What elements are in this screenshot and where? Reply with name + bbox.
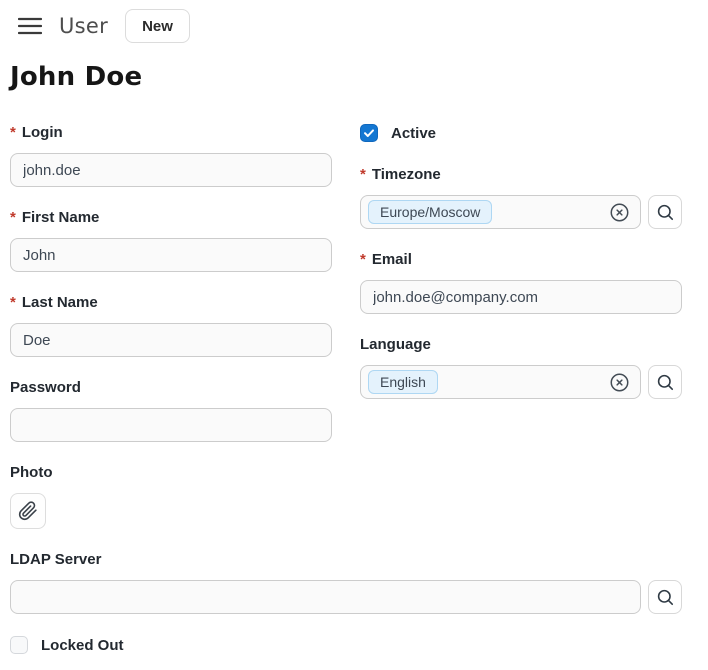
required-marker: * xyxy=(360,166,366,184)
first-name-label: * First Name xyxy=(10,209,332,227)
last-name-input[interactable] xyxy=(10,323,332,357)
required-marker: * xyxy=(10,209,16,227)
last-name-field-group: * Last Name xyxy=(10,294,332,357)
paperclip-icon xyxy=(18,501,38,521)
language-value-tag: English xyxy=(368,370,438,394)
password-label: Password xyxy=(10,379,332,397)
timezone-clear-button[interactable] xyxy=(608,201,630,223)
active-checkbox[interactable] xyxy=(360,124,378,142)
active-label[interactable]: Active xyxy=(391,125,436,142)
first-name-input[interactable] xyxy=(10,238,332,272)
locked-out-checkbox[interactable] xyxy=(10,636,28,654)
email-input[interactable] xyxy=(360,280,682,314)
language-field-group: Language English xyxy=(360,336,682,399)
photo-field-group: Photo xyxy=(10,464,332,529)
password-input[interactable] xyxy=(10,408,332,442)
form: * Login * First Name * Last Name Passwor… xyxy=(0,124,708,551)
locked-out-checkbox-row: Locked Out xyxy=(10,636,682,654)
timezone-lookup-field[interactable]: Europe/Moscow xyxy=(360,195,641,229)
required-marker: * xyxy=(360,251,366,269)
x-circle-icon xyxy=(609,202,630,223)
first-name-field-group: * First Name xyxy=(10,209,332,272)
ldap-server-input[interactable] xyxy=(10,580,641,614)
magnifier-icon xyxy=(656,203,675,222)
password-field-group: Password xyxy=(10,379,332,442)
login-label: * Login xyxy=(10,124,332,142)
x-circle-icon xyxy=(609,372,630,393)
timezone-label: * Timezone xyxy=(360,166,682,184)
photo-attach-button[interactable] xyxy=(10,493,46,529)
timezone-field-group: * Timezone Europe/Moscow xyxy=(360,166,682,229)
top-bar: User New xyxy=(0,0,708,44)
new-button[interactable]: New xyxy=(125,9,190,43)
ldap-server-field-group: LDAP Server xyxy=(10,551,682,614)
page-title: John Doe xyxy=(10,62,708,92)
language-lookup-row: English xyxy=(360,365,682,399)
timezone-search-button[interactable] xyxy=(648,195,682,229)
email-label: * Email xyxy=(360,251,682,269)
check-icon xyxy=(363,127,375,139)
login-input[interactable] xyxy=(10,153,332,187)
locked-out-label[interactable]: Locked Out xyxy=(41,637,124,654)
email-field-group: * Email xyxy=(360,251,682,314)
ldap-server-label: LDAP Server xyxy=(10,551,682,569)
magnifier-icon xyxy=(656,588,675,607)
form-full-width-section: LDAP Server Locked Out xyxy=(0,551,708,654)
language-clear-button[interactable] xyxy=(608,371,630,393)
required-marker: * xyxy=(10,124,16,142)
magnifier-icon xyxy=(656,373,675,392)
timezone-value-tag: Europe/Moscow xyxy=(368,200,492,224)
form-left-column: * Login * First Name * Last Name Passwor… xyxy=(10,124,332,551)
login-field-group: * Login xyxy=(10,124,332,187)
language-search-button[interactable] xyxy=(648,365,682,399)
photo-label: Photo xyxy=(10,464,332,482)
language-lookup-field[interactable]: English xyxy=(360,365,641,399)
required-marker: * xyxy=(10,294,16,312)
language-label: Language xyxy=(360,336,682,354)
form-right-column: Active * Timezone Europe/Moscow xyxy=(360,124,682,551)
ldap-server-search-button[interactable] xyxy=(648,580,682,614)
timezone-lookup-row: Europe/Moscow xyxy=(360,195,682,229)
hamburger-menu-icon[interactable] xyxy=(18,16,42,36)
app-title: User xyxy=(59,14,108,38)
ldap-server-lookup-row xyxy=(10,580,682,614)
last-name-label: * Last Name xyxy=(10,294,332,312)
active-checkbox-row: Active xyxy=(360,124,682,142)
